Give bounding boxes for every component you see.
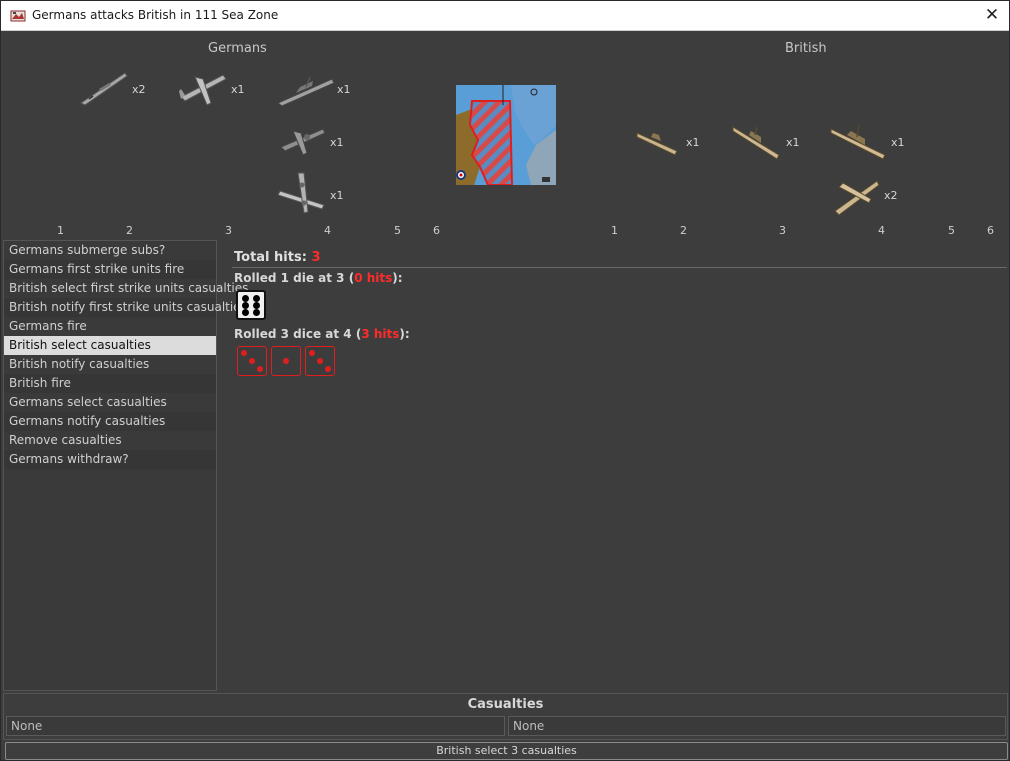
british-submarine-icon bbox=[636, 132, 678, 156]
defender-column-6: 6 bbox=[987, 224, 994, 237]
die-three-icon bbox=[305, 346, 335, 376]
window-title: Germans attacks British in 111 Sea Zone bbox=[32, 8, 279, 22]
german-destroyer-count: x2 bbox=[132, 83, 146, 96]
sea-zone-map bbox=[456, 85, 556, 185]
casualties-panel: Casualties None None bbox=[3, 693, 1008, 740]
german-tactical-bomber-count: x1 bbox=[330, 136, 344, 149]
total-hits: Total hits: 3 bbox=[234, 250, 320, 265]
attacker-column-1: 1 bbox=[57, 224, 64, 237]
attacker-casualties-field: None bbox=[6, 716, 505, 736]
attacker-column-5: 5 bbox=[394, 224, 401, 237]
step-item[interactable]: Germans select casualties bbox=[4, 393, 216, 412]
battle-steps-list: Germans submerge subs? Germans first str… bbox=[3, 240, 248, 691]
defender-column-2: 2 bbox=[680, 224, 687, 237]
step-item[interactable]: Germans withdraw? bbox=[4, 450, 216, 469]
step-item[interactable]: British notify first strike units casual… bbox=[4, 298, 247, 317]
title-bar: Germans attacks British in 111 Sea Zone … bbox=[1, 1, 1009, 31]
defender-column-4: 4 bbox=[878, 224, 885, 237]
defender-column-1: 1 bbox=[611, 224, 618, 237]
close-icon[interactable]: ✕ bbox=[983, 6, 1001, 24]
german-bomber-count: x1 bbox=[330, 189, 344, 202]
divider bbox=[232, 267, 1007, 268]
german-bomber-icon bbox=[277, 172, 325, 214]
defender-label: British bbox=[785, 41, 827, 56]
german-fighter-icon bbox=[179, 74, 227, 106]
app-icon bbox=[10, 10, 26, 22]
german-destroyer-icon bbox=[80, 72, 128, 106]
german-tactical-bomber-icon bbox=[280, 128, 326, 156]
german-fighter-count: x1 bbox=[231, 83, 245, 96]
roll-2-prefix: Rolled 3 dice at 4 ( bbox=[234, 327, 362, 341]
british-fighter-icon bbox=[834, 180, 880, 216]
total-hits-value: 3 bbox=[311, 250, 321, 265]
attacker-column-2: 2 bbox=[126, 224, 133, 237]
british-battleship-count: x1 bbox=[891, 136, 905, 149]
defender-casualties-field: None bbox=[508, 716, 1006, 736]
defender-column-3: 3 bbox=[779, 224, 786, 237]
roll-2-hits: 3 hits bbox=[361, 327, 400, 341]
step-item[interactable]: Germans notify casualties bbox=[4, 412, 216, 431]
british-cruiser-count: x1 bbox=[786, 136, 800, 149]
battle-window: Germans attacks British in 111 Sea Zone … bbox=[0, 0, 1010, 761]
step-item[interactable]: Remove casualties bbox=[4, 431, 216, 450]
step-item[interactable]: British fire bbox=[4, 374, 216, 393]
british-fighter-count: x2 bbox=[884, 189, 898, 202]
die-one-icon bbox=[271, 346, 301, 376]
attacker-label: Germans bbox=[208, 41, 267, 56]
german-battleship-icon bbox=[277, 76, 335, 107]
total-hits-label: Total hits: bbox=[234, 250, 312, 265]
roll-1-hits: 0 hits bbox=[354, 271, 393, 285]
roll-2-label: Rolled 3 dice at 4 (3 hits): bbox=[234, 327, 410, 341]
step-item[interactable]: Germans first strike units fire bbox=[4, 260, 216, 279]
german-battleship-count: x1 bbox=[337, 83, 351, 96]
die-six-icon bbox=[236, 290, 266, 320]
step-item[interactable]: Germans submerge subs? bbox=[4, 241, 216, 260]
die-three-icon bbox=[237, 346, 267, 376]
defender-column-5: 5 bbox=[948, 224, 955, 237]
step-item-selected[interactable]: British select casualties bbox=[4, 336, 216, 355]
roll-1-prefix: Rolled 1 die at 3 ( bbox=[234, 271, 355, 285]
attacker-column-6: 6 bbox=[433, 224, 440, 237]
dice-results-panel: Total hits: 3 Rolled 1 die at 3 (0 hits)… bbox=[218, 240, 1009, 691]
british-battleship-icon bbox=[830, 124, 886, 160]
british-submarine-count: x1 bbox=[686, 136, 700, 149]
attacker-column-4: 4 bbox=[324, 224, 331, 237]
step-item[interactable]: British select first strike units casual… bbox=[4, 279, 248, 298]
attacker-column-3: 3 bbox=[225, 224, 232, 237]
roll-2-suffix: ): bbox=[399, 327, 410, 341]
british-cruiser-icon bbox=[732, 126, 780, 160]
roll-1-label: Rolled 1 die at 3 (0 hits): bbox=[234, 271, 403, 285]
step-item[interactable]: Germans fire bbox=[4, 317, 216, 336]
casualties-title: Casualties bbox=[467, 697, 544, 712]
status-bar: British select 3 casualties bbox=[5, 742, 1008, 760]
roll-1-suffix: ): bbox=[392, 271, 403, 285]
step-item[interactable]: British notify casualties bbox=[4, 355, 216, 374]
